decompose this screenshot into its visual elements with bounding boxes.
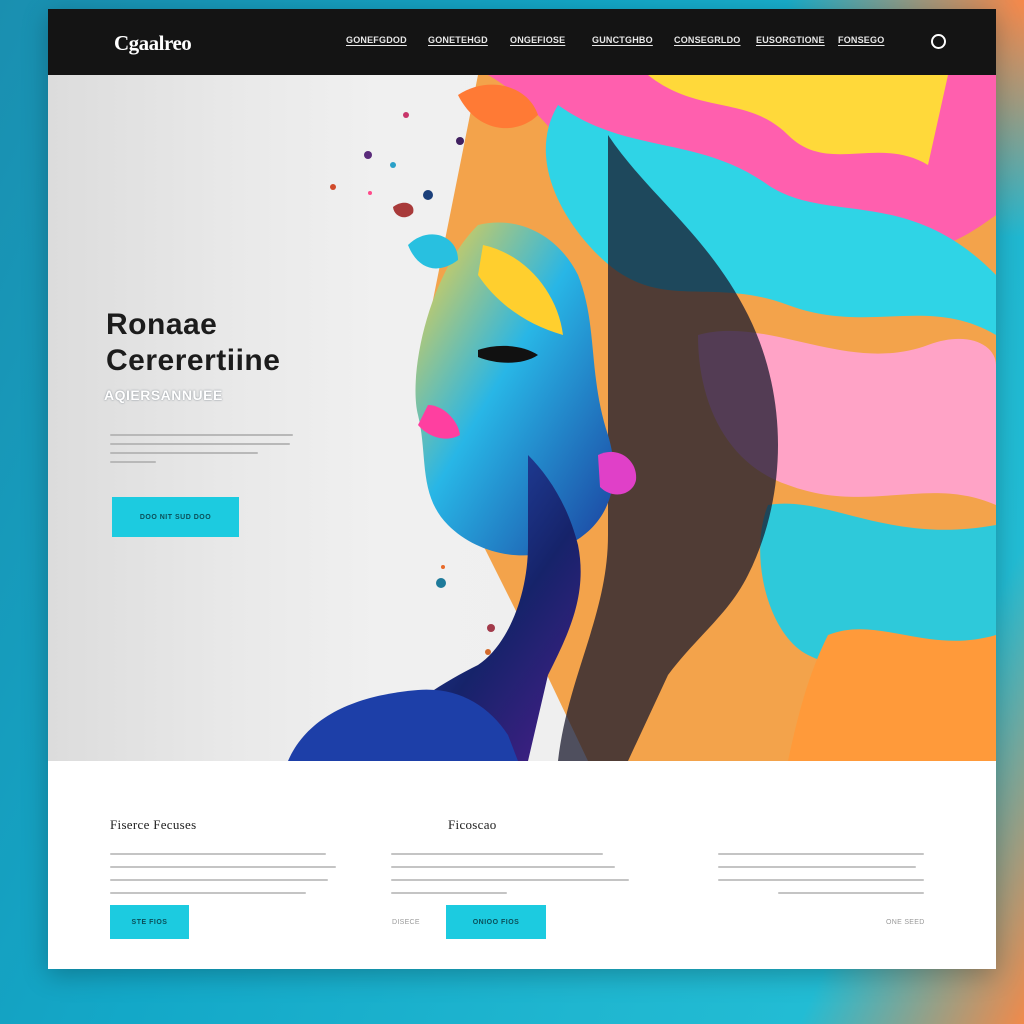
- web-page: Cgaalreo GONEFGDOD GONETEHGD ONGEFIOSE G…: [48, 9, 996, 969]
- hero-subtitle: AQIERSANNUEE: [104, 387, 223, 403]
- nav-link-1[interactable]: GONEFGDOD: [346, 35, 428, 45]
- feature-text-2: [391, 853, 629, 905]
- feature-button-2[interactable]: ONIOO FIOS: [446, 905, 546, 939]
- hero-title-line-1: Ronaae: [106, 308, 218, 341]
- nav-link-2[interactable]: GONETEHGD: [428, 35, 510, 45]
- hero-section: Ronaae Cererertiine AQIERSANNUEE DOO NIT…: [48, 75, 996, 761]
- search-icon[interactable]: [931, 34, 946, 49]
- feature-title-2: Ficoscao: [448, 817, 497, 832]
- hero-portrait-image: [288, 75, 996, 761]
- feature-text-1: [110, 853, 336, 905]
- features-section: Fiserce Fecuses STE FIOS Ficoscao DISECE…: [48, 761, 996, 969]
- navbar: Cgaalreo GONEFGDOD GONETEHGD ONGEFIOSE G…: [48, 9, 996, 75]
- feature-button-1[interactable]: STE FIOS: [110, 905, 189, 939]
- hero-text-placeholder: [110, 434, 295, 470]
- hero-cta-button[interactable]: DOO NIT SUD DOO: [112, 497, 239, 537]
- hero-title: Ronaae Cererertiine: [106, 307, 280, 379]
- nav-menu: GONEFGDOD GONETEHGD ONGEFIOSE GUNCTGHBO …: [346, 35, 920, 45]
- feature-link-3[interactable]: ONE SEED: [886, 919, 925, 926]
- site-logo[interactable]: Cgaalreo: [114, 31, 192, 56]
- nav-link-6[interactable]: EUSORGTIONE: [756, 35, 838, 45]
- hero-title-line-2: Cererertiine: [106, 344, 281, 377]
- feature-link-2[interactable]: DISECE: [392, 919, 420, 926]
- nav-link-3[interactable]: ONGEFIOSE: [510, 35, 592, 45]
- nav-link-5[interactable]: CONSEGRLDO: [674, 35, 756, 45]
- feature-title-1: Fiserce Fecuses: [110, 817, 197, 832]
- nav-link-7[interactable]: FONSEGO: [838, 35, 920, 45]
- feature-text-3: [718, 853, 924, 905]
- nav-link-4[interactable]: GUNCTGHBO: [592, 35, 674, 45]
